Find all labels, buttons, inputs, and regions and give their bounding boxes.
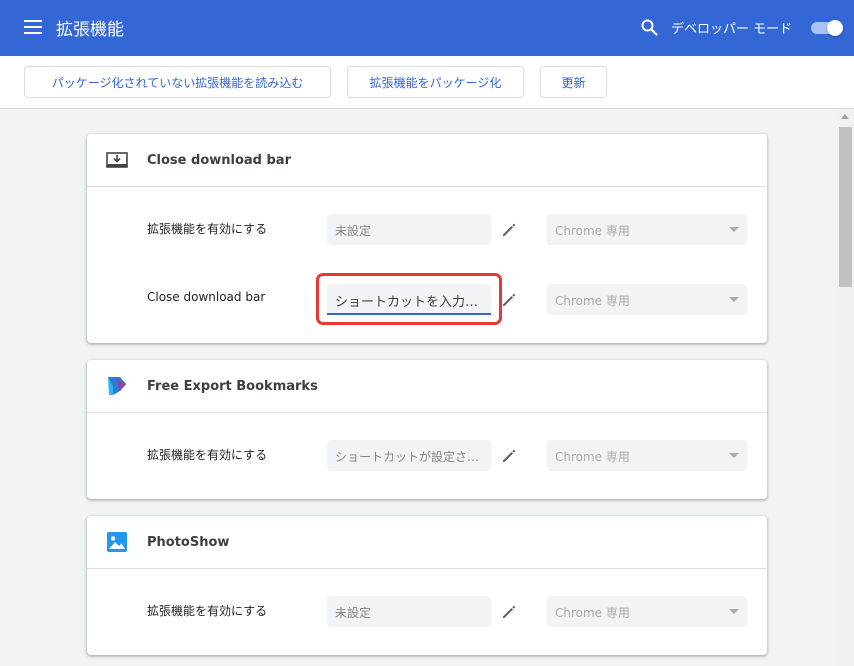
dropdown-arrow-icon: [729, 227, 739, 232]
extension-name: Free Export Bookmarks: [147, 379, 318, 394]
scope-select[interactable]: Chrome 専用: [547, 596, 747, 627]
developer-mode-toggle[interactable]: [811, 20, 843, 36]
search-icon[interactable]: [641, 19, 658, 36]
extension-card-header: PhotoShow: [87, 516, 767, 569]
shortcut-input[interactable]: 未設定: [327, 596, 491, 627]
developer-mode-label: デベロッパー モード: [671, 22, 793, 37]
page-scrollbar[interactable]: [837, 110, 854, 666]
extension-name: Close download bar: [147, 153, 291, 168]
scope-select-value: Chrome 専用: [555, 450, 630, 464]
bookmark-export-icon: [108, 377, 126, 395]
shortcut-input[interactable]: 未設定: [327, 214, 491, 245]
load-unpacked-button[interactable]: パッケージ化されていない拡張機能を読み込む: [24, 66, 331, 98]
dropdown-arrow-icon: [729, 609, 739, 614]
extension-card: PhotoShow 拡張機能を有効にする 未設定 Chrome 専用: [87, 516, 767, 655]
shortcut-input-active[interactable]: ショートカットを入力する: [327, 284, 491, 315]
extension-card-header: Close download bar: [87, 134, 767, 187]
download-bar-icon: [106, 152, 128, 168]
extension-name: PhotoShow: [147, 535, 230, 550]
menu-icon[interactable]: [24, 20, 42, 36]
photo-icon: [107, 532, 127, 552]
scope-select[interactable]: Chrome 専用: [547, 284, 747, 315]
scope-select-value: Chrome 専用: [555, 606, 630, 620]
dev-toolbar: パッケージ化されていない拡張機能を読み込む 拡張機能をパッケージ化 更新: [0, 56, 854, 109]
shortcut-row-label: Close download bar: [147, 290, 266, 304]
scope-select[interactable]: Chrome 専用: [547, 214, 747, 245]
shortcut-row-label: 拡張機能を有効にする: [147, 604, 268, 618]
extension-card-header: Free Export Bookmarks: [87, 360, 767, 413]
pencil-icon[interactable]: [500, 221, 518, 239]
extension-card: Close download bar 拡張機能を有効にする 未設定 Chrome…: [87, 134, 767, 343]
scope-select[interactable]: Chrome 専用: [547, 440, 747, 471]
dropdown-arrow-icon: [729, 297, 739, 302]
shortcut-row-label: 拡張機能を有効にする: [147, 222, 268, 236]
scope-select-value: Chrome 専用: [555, 294, 630, 308]
page-title: 拡張機能: [56, 20, 124, 40]
shortcut-input[interactable]: ショートカットが設定されていません: [327, 440, 491, 471]
pencil-icon[interactable]: [500, 291, 518, 309]
shortcut-row-label: 拡張機能を有効にする: [147, 448, 268, 462]
pencil-icon[interactable]: [500, 603, 518, 621]
dropdown-arrow-icon: [729, 453, 739, 458]
pack-extension-button[interactable]: 拡張機能をパッケージ化: [347, 66, 524, 98]
extension-card: Free Export Bookmarks 拡張機能を有効にする ショートカット…: [87, 360, 767, 499]
scrollbar-thumb[interactable]: [839, 127, 852, 287]
scroll-up-arrow-icon[interactable]: [841, 114, 849, 119]
app-header: 拡張機能 デベロッパー モード: [0, 0, 854, 56]
update-button[interactable]: 更新: [540, 66, 607, 98]
pencil-icon[interactable]: [500, 447, 518, 465]
scope-select-value: Chrome 専用: [555, 224, 630, 238]
